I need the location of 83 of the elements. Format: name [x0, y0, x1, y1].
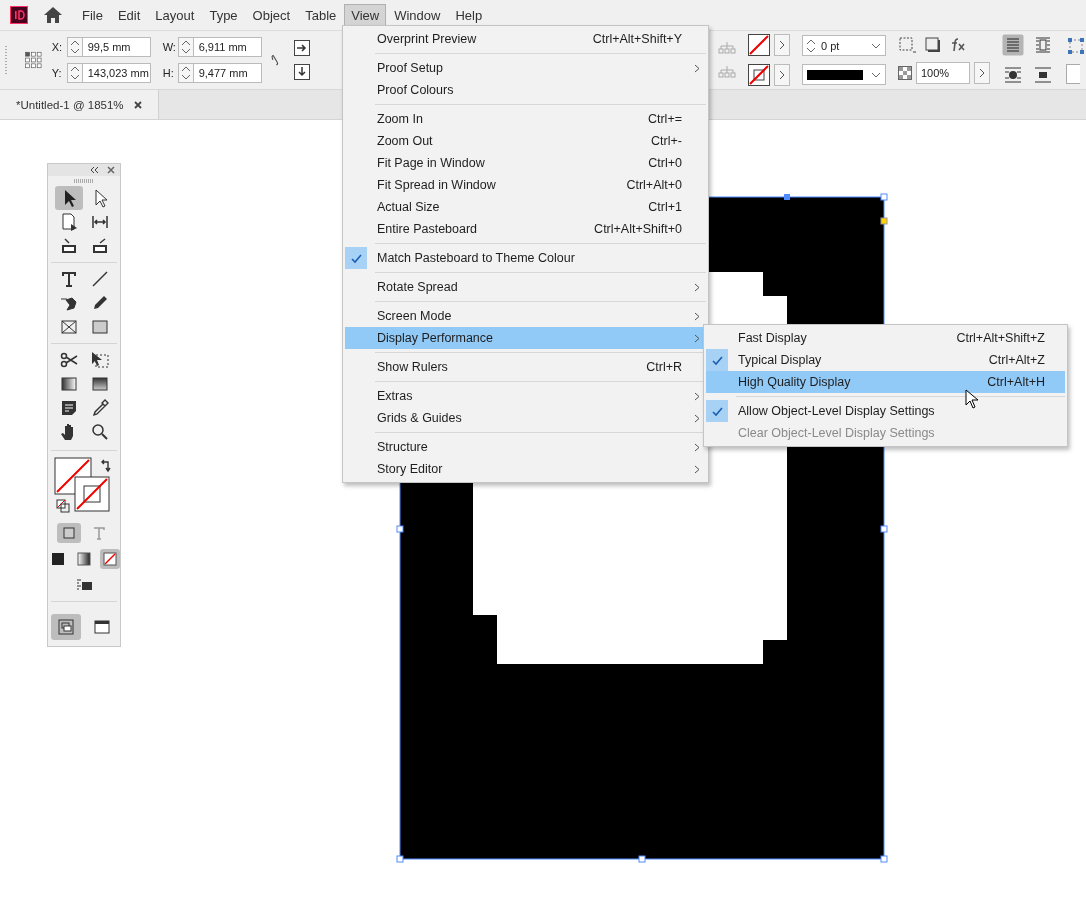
container-icon[interactable]: [57, 523, 81, 543]
document-tab[interactable]: *Untitled-1 @ 1851%: [0, 90, 159, 119]
chevron-right-icon: [694, 442, 700, 452]
menu-item[interactable]: File: [75, 3, 110, 27]
home-icon[interactable]: [43, 6, 63, 24]
menu-item[interactable]: Grids & Guides: [345, 407, 706, 429]
blank-icon: [1066, 64, 1080, 84]
spinner-icon[interactable]: [177, 63, 194, 83]
menu-item[interactable]: Help: [448, 3, 490, 27]
arrow-down-box-icon[interactable]: [294, 64, 310, 80]
field-label: Y:: [51, 67, 63, 79]
chevron-right-icon: [694, 333, 700, 343]
menu-item[interactable]: Actual Size Ctrl+1: [345, 196, 706, 218]
mouse-pointer-icon: [965, 389, 979, 409]
chevron-right-icon[interactable]: [974, 62, 990, 84]
menu-item[interactable]: Fit Page in Window Ctrl+0: [345, 152, 706, 174]
chevron-down-icon: [871, 42, 881, 49]
wrap-around-icon[interactable]: [1002, 34, 1024, 56]
menu-item[interactable]: Layout: [148, 3, 202, 27]
checkerboard-icon: [898, 66, 912, 80]
menu-item[interactable]: Entire Pasteboard Ctrl+Alt+Shift+0: [345, 218, 706, 240]
menu-item[interactable]: Proof Setup: [345, 57, 706, 79]
chevron-right-icon: [694, 311, 700, 321]
input-field[interactable]: 99,5 mm: [81, 37, 151, 57]
close-icon[interactable]: [133, 100, 142, 109]
chevron-right-icon: [694, 391, 700, 401]
menu-item[interactable]: Zoom Out Ctrl+-: [345, 130, 706, 152]
input-field[interactable]: 143,023 mm: [81, 63, 151, 83]
menu-item[interactable]: View: [344, 3, 387, 27]
close-icon[interactable]: [107, 166, 115, 174]
app-logo-icon: [10, 6, 28, 24]
collapse-icon[interactable]: [89, 166, 99, 174]
normal-view-icon[interactable]: [51, 614, 81, 640]
chevron-right-icon[interactable]: [774, 64, 790, 86]
chevron-right-icon: [694, 464, 700, 474]
chevron-right-icon: [694, 413, 700, 423]
stroke-weight-field[interactable]: 0 pt: [802, 35, 886, 56]
input-field[interactable]: 9,477 mm: [192, 63, 262, 83]
menu-item[interactable]: Allow Object-Level Display Settings: [706, 400, 1065, 422]
spinner-icon[interactable]: [66, 63, 83, 83]
menu-item[interactable]: Show Rulers Ctrl+R: [345, 356, 706, 378]
field-label: W:: [162, 41, 177, 53]
wrap-shape-icon[interactable]: [1002, 64, 1024, 86]
input-field[interactable]: 6,911 mm: [192, 37, 262, 57]
menu-item[interactable]: Fit Spread in Window Ctrl+Alt+0: [345, 174, 706, 196]
panel-grip[interactable]: [74, 179, 94, 183]
stroke-none-swatch-icon[interactable]: [748, 64, 770, 86]
menu-item[interactable]: Match Pasteboard to Theme Colour: [345, 247, 706, 269]
drop-shadow-icon[interactable]: [924, 36, 942, 54]
apply-none-icon[interactable]: [100, 549, 120, 569]
swap-arrow-icon[interactable]: [100, 459, 112, 473]
menu-item[interactable]: Edit: [110, 3, 148, 27]
chevron-right-icon[interactable]: [774, 34, 790, 56]
menu-item[interactable]: Structure: [345, 436, 706, 458]
fill-none-swatch-icon[interactable]: [748, 34, 770, 56]
chevron-right-icon: [694, 63, 700, 73]
jump-object-icon[interactable]: [1032, 64, 1054, 86]
arrow-right-box-icon[interactable]: [294, 40, 310, 56]
menu-item[interactable]: Display Performance: [345, 327, 706, 349]
chevron-right-icon: [694, 282, 700, 292]
menu-item[interactable]: Overprint Preview Ctrl+Alt+Shift+Y: [345, 28, 706, 50]
stroke-type-dropdown[interactable]: [802, 64, 886, 85]
menu-item[interactable]: Zoom In Ctrl+=: [345, 108, 706, 130]
menu-item[interactable]: Screen Mode: [345, 305, 706, 327]
menu-item[interactable]: Typical Display Ctrl+Alt+Z: [706, 349, 1065, 371]
apply-gradient-icon[interactable]: [74, 549, 94, 569]
field-label: H:: [162, 67, 175, 79]
chevron-down-icon: [871, 71, 881, 78]
menu-item[interactable]: Window: [387, 3, 448, 27]
menu-item[interactable]: Proof Colours: [345, 79, 706, 101]
opacity-field[interactable]: 100%: [916, 62, 970, 84]
menu-item[interactable]: High Quality Display Ctrl+Alt+H: [706, 371, 1065, 393]
menu-item[interactable]: Table: [298, 3, 344, 27]
field-label: X:: [51, 41, 64, 53]
spinner-icon[interactable]: [66, 37, 83, 57]
spinner-icon[interactable]: [177, 37, 194, 57]
menu-item[interactable]: Type: [202, 3, 245, 27]
menu-item[interactable]: Rotate Spread: [345, 276, 706, 298]
menu-item[interactable]: Fast Display Ctrl+Alt+Shift+Z: [706, 327, 1065, 349]
menu-item[interactable]: Extras: [345, 385, 706, 407]
menu-item[interactable]: Story Editor: [345, 458, 706, 480]
menu-item[interactable]: Object: [245, 3, 298, 27]
frame-handles-icon[interactable]: [1066, 36, 1086, 56]
